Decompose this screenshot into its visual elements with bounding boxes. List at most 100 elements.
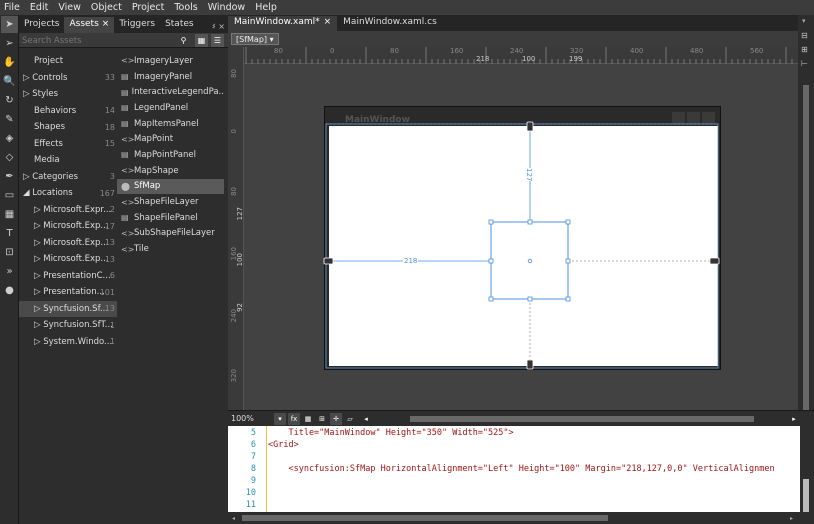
- resize-handle[interactable]: [565, 296, 571, 302]
- menu-item-edit[interactable]: Edit: [30, 2, 48, 13]
- category-item[interactable]: ▷ Microsoft.Expr... 2: [19, 202, 117, 219]
- asset-item[interactable]: <> Tile: [117, 241, 224, 257]
- grid-toggle-icon[interactable]: ▦: [302, 413, 314, 425]
- camera-orbit-icon[interactable]: ↻: [1, 92, 18, 109]
- tab-triggers[interactable]: Triggers: [114, 17, 160, 33]
- resize-handle[interactable]: [488, 296, 494, 302]
- asset-item[interactable]: ▤ MapItemsPanel: [117, 116, 224, 132]
- menu-item-project[interactable]: Project: [132, 2, 165, 13]
- category-item[interactable]: Project: [19, 53, 117, 70]
- split-view-icon[interactable]: ⊟: [801, 31, 808, 40]
- code-line[interactable]: Title="MainWindow" Height="350" Width="5…: [268, 428, 513, 438]
- asset-item[interactable]: <> MapPoint: [117, 131, 224, 147]
- grid-view-icon[interactable]: ▦: [195, 34, 208, 47]
- code-view-icon[interactable]: ⊞: [801, 45, 808, 54]
- zoom-level[interactable]: 100%: [231, 414, 254, 423]
- grid-tool-icon[interactable]: ▦: [1, 206, 18, 223]
- tab-projects[interactable]: Projects: [19, 17, 64, 33]
- asset-item[interactable]: ▤ LegendPanel: [117, 100, 224, 116]
- asset-item[interactable]: ▤ MapPointPanel: [117, 147, 224, 163]
- canvas-vertical-scrollbar[interactable]: [803, 85, 809, 415]
- category-item[interactable]: ▷ Controls 33: [19, 70, 117, 87]
- eyedropper-tool-icon[interactable]: ✎: [1, 111, 18, 128]
- top-anchor-pin-icon[interactable]: [526, 121, 534, 132]
- category-item[interactable]: ▷ PresentationC... 6: [19, 268, 117, 285]
- zoom-tool-icon[interactable]: 🔍: [1, 73, 18, 90]
- dropdown-arrow-icon[interactable]: ▾: [802, 17, 806, 25]
- menu-item-window[interactable]: Window: [208, 2, 245, 13]
- asset-item[interactable]: <> ImageryLayer: [117, 53, 224, 69]
- code-line[interactable]: <Grid>: [268, 440, 299, 450]
- scroll-right-icon[interactable]: ▸: [790, 515, 793, 522]
- snap-lines-icon[interactable]: ✛: [330, 413, 342, 425]
- menu-item-tools[interactable]: Tools: [174, 2, 197, 13]
- bottom-anchor-pin-icon[interactable]: [526, 359, 534, 370]
- scroll-left-icon[interactable]: ◂: [232, 515, 235, 522]
- menu-item-object[interactable]: Object: [91, 2, 122, 13]
- search-icon[interactable]: ⚲: [177, 34, 190, 47]
- document-tab[interactable]: MainWindow.xaml.cs: [337, 16, 443, 31]
- pin-close-icon[interactable]: ♯ ×: [209, 20, 228, 33]
- design-canvas[interactable]: MainWindow 218 127: [244, 64, 798, 410]
- xaml-code-editor[interactable]: 5 Title="MainWindow" Height="350" Width=…: [228, 426, 800, 512]
- menu-item-help[interactable]: Help: [255, 2, 277, 13]
- editor-vertical-scrollbar[interactable]: [803, 479, 809, 513]
- asset-item[interactable]: <> MapShape: [117, 163, 224, 179]
- document-tab[interactable]: MainWindow.xaml* ×: [228, 16, 338, 31]
- annotations-icon[interactable]: ▱: [344, 413, 356, 425]
- category-item[interactable]: ▷ Syncfusion.Sf... 13: [19, 300, 117, 317]
- direct-selection-tool-icon[interactable]: ➢: [1, 35, 18, 52]
- category-item[interactable]: ▷ Syncfusion.SfT... 1: [19, 317, 117, 334]
- left-anchor-pin-icon[interactable]: [323, 257, 334, 265]
- eraser-tool-icon[interactable]: ◇: [1, 149, 18, 166]
- asset-item[interactable]: <> ShapeFileLayer: [117, 194, 224, 210]
- selection-tool-icon[interactable]: ➤: [1, 16, 18, 33]
- scroll-right-icon[interactable]: ▸: [788, 413, 800, 425]
- paint-bucket-icon[interactable]: ◈: [1, 130, 18, 147]
- right-anchor-pin-icon[interactable]: [709, 257, 720, 265]
- asset-item[interactable]: ▤ ShapeFilePanel: [117, 210, 224, 226]
- resize-handle[interactable]: [565, 219, 571, 225]
- resize-handle[interactable]: [527, 296, 533, 302]
- effects-toggle-icon[interactable]: fx: [288, 413, 300, 425]
- category-item[interactable]: ▷ Categories 3: [19, 169, 117, 186]
- category-item[interactable]: ▷ Presentation... 101: [19, 284, 117, 301]
- menu-item-file[interactable]: File: [4, 2, 20, 13]
- resize-handle[interactable]: [488, 258, 494, 264]
- snap-grid-icon[interactable]: ⊞: [316, 413, 328, 425]
- resize-handle[interactable]: [565, 258, 571, 264]
- text-tool-icon[interactable]: T: [1, 225, 18, 242]
- breadcrumb[interactable]: [SfMap] ▾: [231, 33, 279, 45]
- search-assets-input[interactable]: [19, 33, 169, 48]
- horizontal-split-icon[interactable]: ⊢: [801, 59, 808, 68]
- pan-tool-icon[interactable]: ✋: [1, 54, 18, 71]
- zoom-dropdown-icon[interactable]: ▾: [274, 413, 286, 425]
- category-item[interactable]: ▷ Microsoft.Exp... 13: [19, 235, 117, 252]
- resize-handle[interactable]: [488, 219, 494, 225]
- tab-assets[interactable]: Assets ×: [64, 17, 115, 33]
- asset-item[interactable]: <> SubShapeFileLayer: [117, 226, 224, 242]
- menu-item-view[interactable]: View: [58, 2, 81, 13]
- category-item[interactable]: ▷ Microsoft.Exp... 13: [19, 251, 117, 268]
- asset-item[interactable]: ⬤ SfMap: [117, 178, 224, 195]
- category-item[interactable]: Effects 15: [19, 136, 117, 153]
- category-item[interactable]: Shapes 18: [19, 119, 117, 136]
- close-icon[interactable]: ×: [102, 19, 110, 29]
- more-assets-icon[interactable]: »: [1, 263, 18, 280]
- code-line[interactable]: <syncfusion:SfMap HorizontalAlignment="L…: [268, 464, 774, 474]
- editor-horizontal-scrollbar[interactable]: [242, 515, 608, 521]
- resize-handle[interactable]: [527, 219, 533, 225]
- scroll-left-icon[interactable]: ◂: [360, 413, 372, 425]
- category-item[interactable]: Behaviors 14: [19, 103, 117, 120]
- asset-item[interactable]: ▤ ImageryPanel: [117, 69, 224, 85]
- tab-states[interactable]: States: [160, 17, 199, 33]
- category-item[interactable]: ▷ Microsoft.Exp... 17: [19, 218, 117, 235]
- category-item[interactable]: ◢ Locations 167: [19, 185, 117, 202]
- list-view-icon[interactable]: ☰: [211, 34, 224, 47]
- pen-tool-icon[interactable]: ✒: [1, 168, 18, 185]
- canvas-horizontal-scrollbar[interactable]: [410, 416, 754, 422]
- category-item[interactable]: Media: [19, 152, 117, 169]
- sfmap-selection[interactable]: [490, 221, 569, 300]
- rectangle-tool-icon[interactable]: ▭: [1, 187, 18, 204]
- active-asset-icon[interactable]: ●: [1, 282, 18, 299]
